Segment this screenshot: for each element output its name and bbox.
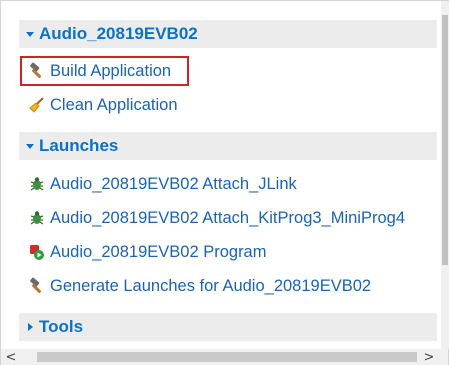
debug-bug-icon <box>27 208 47 228</box>
section-header-tools[interactable]: Tools <box>19 313 437 341</box>
item-label: Clean Application <box>50 95 178 114</box>
generate-launches-link[interactable]: Generate Launches for Audio_20819EVB02 <box>27 273 371 299</box>
chevron-right-icon: > <box>423 349 435 365</box>
clean-application-link[interactable]: Clean Application <box>27 92 178 118</box>
vertical-scrollbar-thumb[interactable] <box>442 15 448 265</box>
launch-program-link[interactable]: Audio_20819EVB02 Program <box>27 239 266 265</box>
hammer-icon <box>27 276 47 296</box>
section-title: Tools <box>39 317 84 336</box>
section-header-launches[interactable]: Launches <box>19 132 437 160</box>
quick-panel: Audio_20819EVB02 Build Application Clean… <box>0 0 449 365</box>
scroll-left-button[interactable]: < <box>3 349 19 365</box>
section-title: Launches <box>39 136 119 155</box>
highlight-box <box>20 56 189 86</box>
horizontal-scrollbar-thumb[interactable] <box>37 352 417 362</box>
item-label: Audio_20819EVB02 Attach_KitProg3_MiniPro… <box>50 208 405 227</box>
launch-attach-jlink-link[interactable]: Audio_20819EVB02 Attach_JLink <box>27 171 297 197</box>
chevron-down-icon[interactable] <box>23 27 37 41</box>
debug-bug-icon <box>27 174 47 194</box>
section-title: Audio_20819EVB02 <box>39 24 198 43</box>
item-label: Audio_20819EVB02 Attach_JLink <box>50 174 297 193</box>
broom-icon <box>27 95 47 115</box>
section-header-audio[interactable]: Audio_20819EVB02 <box>19 20 437 48</box>
chevron-right-icon[interactable] <box>23 320 37 334</box>
program-icon <box>27 242 47 262</box>
item-label: Generate Launches for Audio_20819EVB02 <box>50 276 372 295</box>
chevron-left-icon: < <box>5 349 17 365</box>
launch-attach-kitprog3-link[interactable]: Audio_20819EVB02 Attach_KitProg3_MiniPro… <box>27 205 405 231</box>
scroll-right-button[interactable]: > <box>421 349 437 365</box>
quick-panel-content: Audio_20819EVB02 Build Application Clean… <box>1 1 441 349</box>
chevron-down-icon[interactable] <box>23 139 37 153</box>
item-label: Audio_20819EVB02 Program <box>50 242 267 261</box>
